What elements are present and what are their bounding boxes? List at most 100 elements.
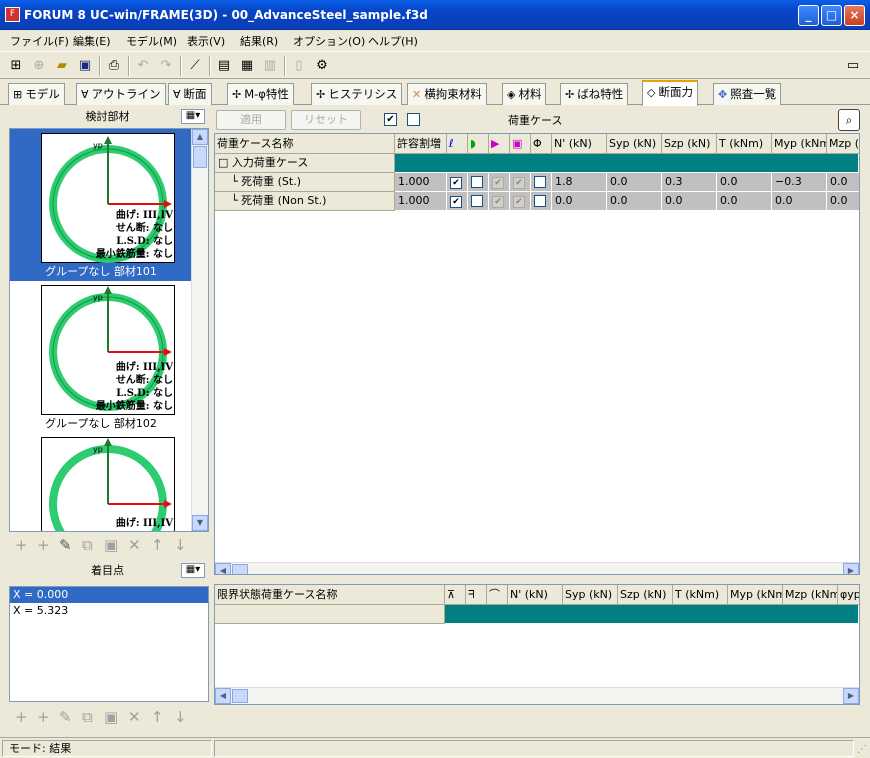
member-list-scrollbar[interactable]: ▲ ▼ xyxy=(191,129,208,531)
myp-value[interactable]: 0.0 xyxy=(772,192,827,211)
menu-model[interactable]: モデル(M) xyxy=(126,33,177,49)
menu-edit[interactable]: 編集(E) xyxy=(73,33,111,49)
list-item[interactable]: X = 5.323 xyxy=(10,603,208,619)
paste-icon[interactable]: ▣ xyxy=(104,536,118,554)
scroll-thumb[interactable] xyxy=(193,146,207,168)
col-myp[interactable]: Myp (kNm) xyxy=(772,134,827,154)
allowance-value[interactable]: 1.000 xyxy=(395,192,447,211)
apply-button[interactable]: 適用 xyxy=(216,110,286,130)
edit-pen-icon[interactable]: ✎ xyxy=(59,708,72,726)
tab-section-force[interactable]: ◇ 断面力 xyxy=(642,80,698,106)
torsion-checkbox[interactable]: ✔ xyxy=(489,192,510,211)
lsd-checkbox[interactable]: ✔ xyxy=(510,173,531,192)
col-mzp[interactable]: Mzp (k xyxy=(827,134,859,154)
minimize-button[interactable]: _ xyxy=(798,5,819,26)
n-value[interactable]: 1.8 xyxy=(552,173,607,192)
tab-confinement[interactable]: ✕ 横拘束材料 xyxy=(407,83,487,105)
tab-section[interactable]: ∀ 断面 xyxy=(168,83,212,105)
table-row[interactable]: □ 入力荷重ケース xyxy=(215,154,859,173)
member-card[interactable]: yp 曲げ: III,IV xyxy=(10,433,192,531)
szp-value[interactable]: 0.3 xyxy=(662,173,717,192)
member-list[interactable]: yp 曲げ: III,IV せん断: なし L.S.D: なし 最小鉄筋量: な… xyxy=(9,128,209,532)
table-row[interactable]: └ 死荷重 (St.) 1.000 ✔ ✔ ✔ 1.8 0.0 0.3 0.0 … xyxy=(215,173,859,192)
szp-value[interactable]: 0.0 xyxy=(662,192,717,211)
list-item[interactable]: X = 0.000 xyxy=(10,587,208,603)
scroll-left-icon[interactable]: ◀ xyxy=(215,563,231,574)
table-row[interactable]: └ 死荷重 (Non St.) 1.000 ✔ ✔ ✔ 0.0 0.0 0.0 … xyxy=(215,192,859,211)
tab-m-phi[interactable]: ✢ M-φ特性 xyxy=(227,83,294,105)
shear-icon[interactable]: ◗ xyxy=(468,134,489,154)
table-row[interactable] xyxy=(215,605,859,624)
col-szp[interactable]: Szp (kN) xyxy=(618,585,673,605)
myp-value[interactable]: −0.3 xyxy=(772,173,827,192)
bending-checkbox[interactable]: ✔ xyxy=(447,192,468,211)
shear-checkbox[interactable] xyxy=(468,173,489,192)
delete-icon[interactable]: ✕ xyxy=(128,536,141,554)
mzp-value[interactable]: 0.0 xyxy=(827,173,859,192)
crack-icon[interactable]: ᖷ xyxy=(466,585,487,605)
close-button[interactable]: × xyxy=(844,5,865,26)
col-n[interactable]: N' (kN) xyxy=(508,585,563,605)
tab-hysteresis[interactable]: ✢ ヒステリシス xyxy=(311,83,403,105)
copy-icon[interactable]: ⧉ xyxy=(82,708,93,726)
paste-icon[interactable]: ▣ xyxy=(104,708,118,726)
tab-spring[interactable]: ✢ ばね特性 xyxy=(560,83,629,105)
col-syp[interactable]: Syp (kN) xyxy=(607,134,662,154)
report-icon[interactable]: ▤ xyxy=(214,56,234,76)
move-down-icon[interactable]: ↓ xyxy=(174,536,187,554)
reset-button[interactable]: リセット xyxy=(291,110,361,130)
delete-icon[interactable]: ✕ xyxy=(128,708,141,726)
allowance-value[interactable]: 1.000 xyxy=(395,173,447,192)
save-icon[interactable]: ▣ xyxy=(75,56,95,76)
scroll-right-icon[interactable]: ▶ xyxy=(843,688,859,704)
tab-check-list[interactable]: ✥ 照査一覧 xyxy=(713,83,782,105)
menu-view[interactable]: 表示(V) xyxy=(187,33,225,49)
graph-icon[interactable]: ⟋ xyxy=(185,56,205,76)
mzp-value[interactable]: 0.0 xyxy=(827,192,859,211)
open-folder-icon[interactable]: ▰ xyxy=(52,56,72,76)
move-down-icon[interactable]: ↓ xyxy=(174,708,187,726)
col-syp[interactable]: Syp (kN) xyxy=(563,585,618,605)
scroll-thumb[interactable] xyxy=(232,564,248,574)
insert-icon[interactable]: + xyxy=(37,708,50,726)
t-value[interactable]: 0.0 xyxy=(717,192,772,211)
menu-option[interactable]: オプション(O) xyxy=(293,33,365,49)
point-list[interactable]: X = 0.000 X = 5.323 xyxy=(9,586,209,702)
col-n[interactable]: N' (kN) xyxy=(552,134,607,154)
maximize-button[interactable]: □ xyxy=(821,5,842,26)
app-icon[interactable]: F xyxy=(5,7,20,22)
calc-icon[interactable]: ▦ xyxy=(237,56,257,76)
tab-model[interactable]: ⊞ モデル xyxy=(8,83,65,105)
syp-value[interactable]: 0.0 xyxy=(607,173,662,192)
arch-icon[interactable]: ⌒ xyxy=(487,585,508,605)
copy-icon[interactable]: ⧉ xyxy=(82,536,93,554)
col-loadcase-name[interactable]: 荷重ケース名称 xyxy=(215,134,395,154)
torsion-icon[interactable]: ▶ xyxy=(489,134,510,154)
check-all-checkbox[interactable]: ✔ xyxy=(384,113,397,126)
limit-state-grid-hscrollbar[interactable]: ◀ ▶ xyxy=(215,687,859,704)
uncheck-all-checkbox[interactable] xyxy=(407,113,420,126)
zoom-icon[interactable]: ⊕ xyxy=(29,56,49,76)
lsd-checkbox[interactable]: ✔ xyxy=(510,192,531,211)
member-card[interactable]: yp 曲げ: III,IV せん断: なし L.S.D: なし 最小鉄筋量: な… xyxy=(10,129,192,281)
scroll-right-icon[interactable]: ▶ xyxy=(843,563,859,574)
move-up-icon[interactable]: ↑ xyxy=(151,708,164,726)
syp-value[interactable]: 0.0 xyxy=(607,192,662,211)
preview-button[interactable]: ⌕ xyxy=(838,109,860,131)
scroll-down-icon[interactable]: ▼ xyxy=(192,515,208,531)
tab-outline[interactable]: ∀ アウトライン xyxy=(76,83,166,105)
undo-icon[interactable]: ↶ xyxy=(133,56,153,76)
col-t[interactable]: T (kNm) xyxy=(673,585,728,605)
torsion-checkbox[interactable]: ✔ xyxy=(489,173,510,192)
tab-material[interactable]: ◈ 材料 xyxy=(502,83,547,105)
t-value[interactable]: 0.0 xyxy=(717,173,772,192)
add-icon[interactable]: + xyxy=(15,536,28,554)
document-icon[interactable]: ▯ xyxy=(289,56,309,76)
phi-checkbox[interactable] xyxy=(531,173,552,192)
view-toggle-button[interactable]: ▦▾ xyxy=(181,109,205,124)
col-allowance[interactable]: 許容割増 xyxy=(395,134,447,154)
bending-checkbox[interactable]: ✔ xyxy=(447,173,468,192)
redo-icon[interactable]: ↷ xyxy=(156,56,176,76)
fatigue-icon[interactable]: ⊼ xyxy=(445,585,466,605)
col-myp[interactable]: Myp (kNm) xyxy=(728,585,783,605)
